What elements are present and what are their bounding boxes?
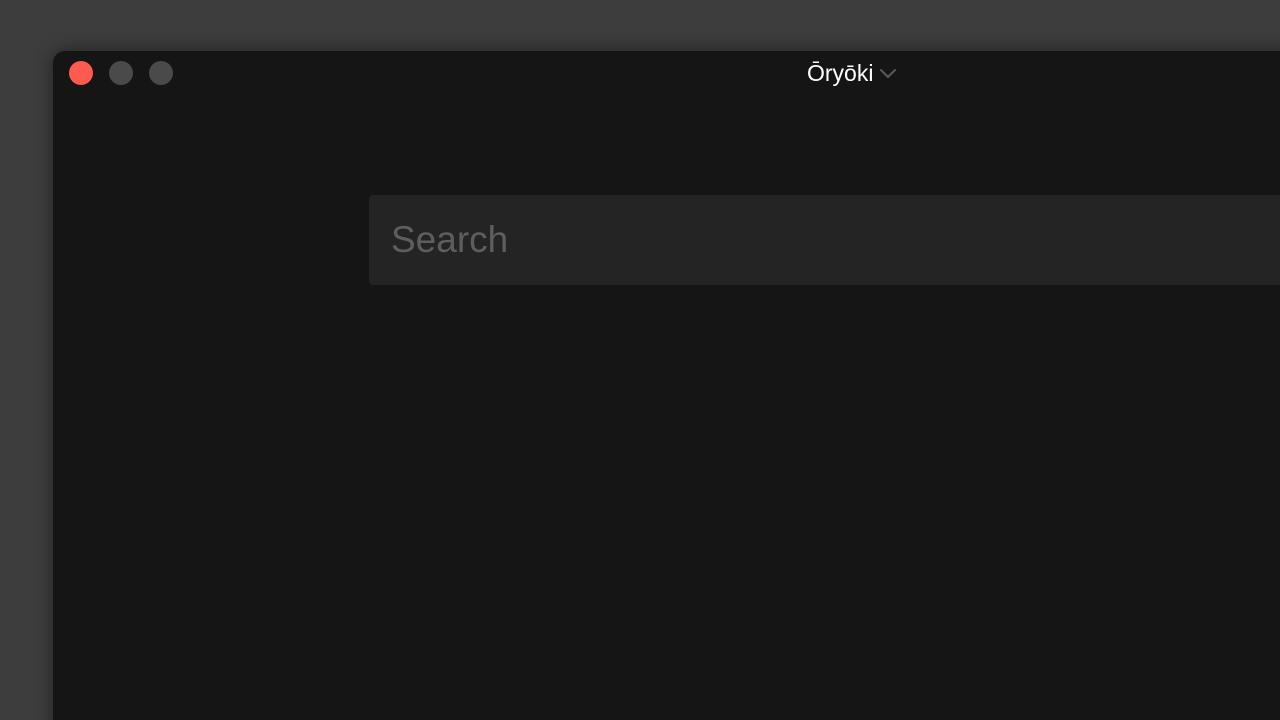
desktop: Ōryōki (0, 0, 1280, 720)
maximize-window-button[interactable] (149, 61, 173, 85)
minimize-window-button[interactable] (109, 61, 133, 85)
app-window: Ōryōki (53, 51, 1280, 720)
search-bar (369, 195, 1280, 285)
window-controls (69, 61, 173, 85)
chevron-down-icon (879, 64, 897, 82)
search-input[interactable] (369, 195, 1280, 285)
window-title-dropdown[interactable]: Ōryōki (807, 59, 897, 87)
close-window-button[interactable] (69, 61, 93, 85)
window-title: Ōryōki (807, 60, 874, 86)
